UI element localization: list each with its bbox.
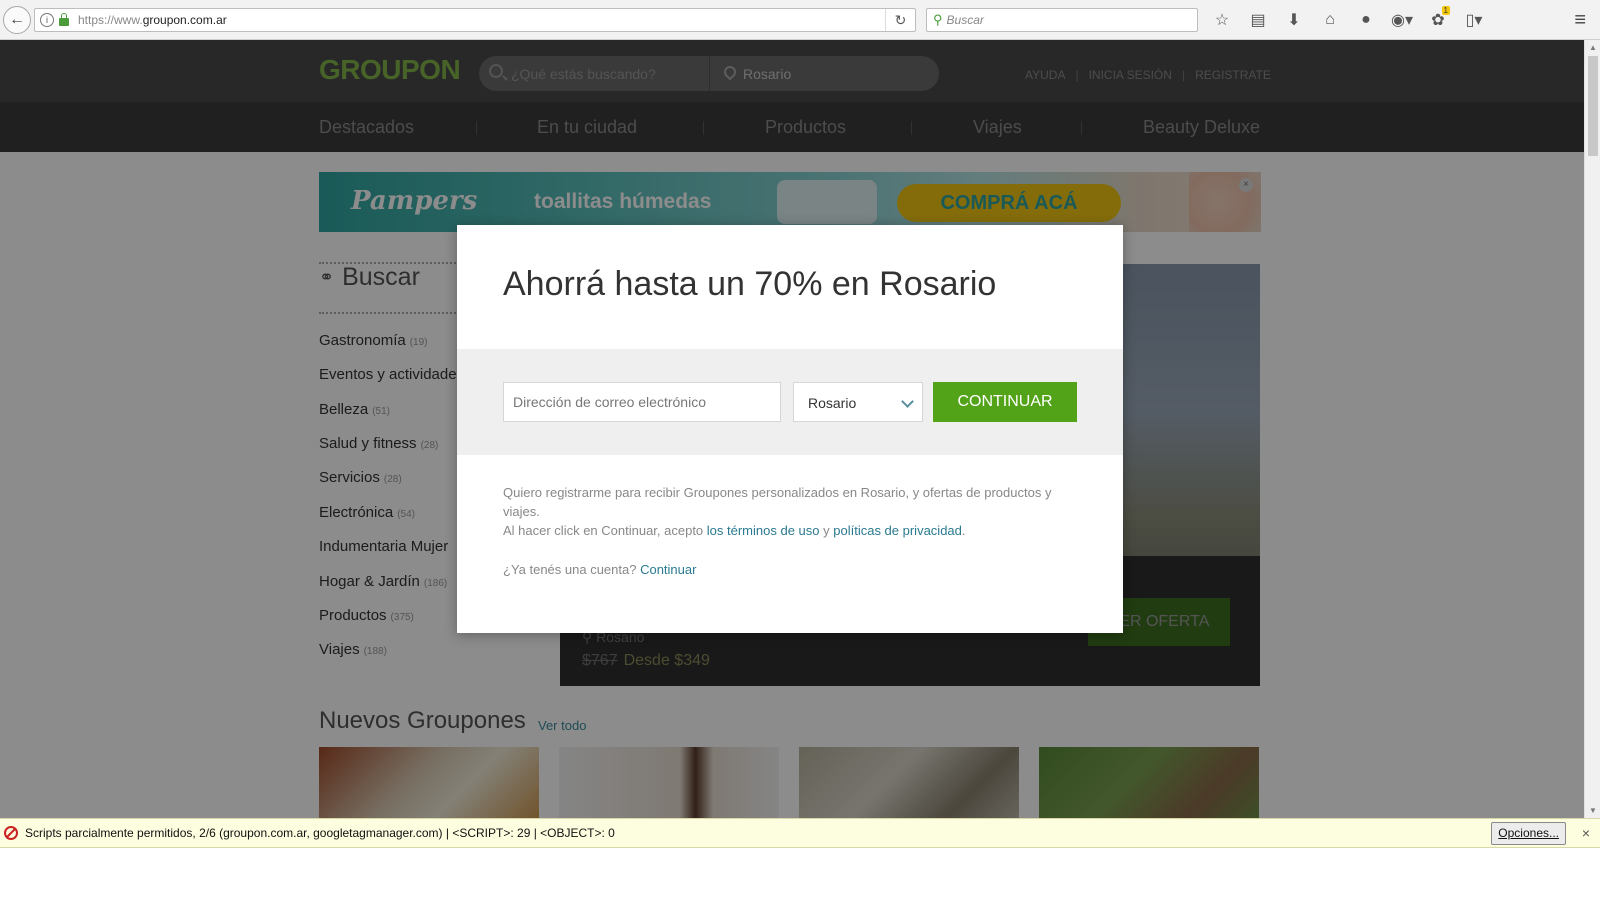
options-button[interactable]: Opciones... xyxy=(1491,822,1566,845)
url-prefix: https://www. xyxy=(78,13,143,27)
address-bar[interactable]: i https://www.groupon.com.ar ↻ xyxy=(34,8,916,32)
browser-toolbar-icons: ☆ ▤ ⬇ ⌂ ● ◉▾ ✿ 1 ▯▾ xyxy=(1204,6,1492,32)
noscript-icon xyxy=(4,826,18,840)
existing-account-text: ¿Ya tenés una cuenta? Continuar xyxy=(503,560,1073,579)
account-question: ¿Ya tenés una cuenta? xyxy=(503,562,641,577)
extension-icon[interactable]: ✿ 1 xyxy=(1420,6,1456,30)
info-icon[interactable]: i xyxy=(40,13,54,27)
url-domain: groupon.com.ar xyxy=(142,13,227,27)
search-engine-icon: ⚲ xyxy=(933,12,943,27)
consent-text: Quiero registrarme para recibir Groupone… xyxy=(503,483,1073,540)
browser-toolbar: ← i https://www.groupon.com.ar ↻ ⚲ Busca… xyxy=(0,0,1600,40)
continue-link[interactable]: Continuar xyxy=(640,562,696,577)
reading-list-icon[interactable]: ▤ xyxy=(1240,10,1276,30)
noscript-notification-bar: Scripts parcialmente permitidos, 2/6 (gr… xyxy=(0,818,1600,848)
scroll-down-arrow[interactable]: ▼ xyxy=(1585,806,1600,815)
page-viewport: GROUPON ¿Qué estás buscando? Rosario AYU… xyxy=(0,40,1584,818)
hamburger-menu-icon[interactable]: ≡ xyxy=(1574,9,1586,32)
notification-message: Scripts parcialmente permitidos, 2/6 (gr… xyxy=(25,826,615,840)
terms-prefix: Al hacer click en Continuar, acepto xyxy=(503,523,707,538)
signup-form: Rosario CONTINUAR xyxy=(457,349,1123,455)
terms-link[interactable]: los términos de uso xyxy=(707,523,820,538)
terms-suffix: . xyxy=(961,523,966,538)
browser-search-placeholder: Buscar xyxy=(946,13,984,27)
bookmark-star-icon[interactable]: ☆ xyxy=(1204,10,1240,30)
back-arrow-icon[interactable]: ← xyxy=(3,6,31,34)
close-icon[interactable]: × xyxy=(1582,825,1590,841)
reload-icon[interactable]: ↻ xyxy=(885,9,915,31)
browser-search-field[interactable]: ⚲ Buscar xyxy=(926,8,1198,32)
signup-modal: Ahorrá hasta un 70% en Rosario Rosario C… xyxy=(457,225,1123,633)
lock-icon xyxy=(59,13,69,26)
home-icon[interactable]: ⌂ xyxy=(1312,11,1348,29)
privacy-link[interactable]: políticas de privacidad xyxy=(833,523,962,538)
scrollbar-thumb[interactable] xyxy=(1588,56,1598,156)
email-field[interactable] xyxy=(503,382,781,422)
url-text: https://www.groupon.com.ar xyxy=(78,13,227,27)
extension-badge: 1 xyxy=(1441,6,1450,15)
continue-button[interactable]: CONTINUAR xyxy=(933,382,1077,422)
page-scrollbar[interactable]: ▲ ▼ xyxy=(1584,40,1600,818)
download-icon[interactable]: ⬇ xyxy=(1276,10,1312,30)
consent-line: Quiero registrarme para recibir Groupone… xyxy=(503,485,1052,519)
terms-and: y xyxy=(819,523,834,538)
modal-title: Ahorrá hasta un 70% en Rosario xyxy=(503,265,997,303)
city-select-value: Rosario xyxy=(808,395,857,411)
chat-icon[interactable]: ● xyxy=(1348,11,1384,29)
scroll-up-arrow[interactable]: ▲ xyxy=(1585,43,1600,52)
chevron-down-icon xyxy=(901,395,914,408)
clipboard-icon[interactable]: ▯▾ xyxy=(1456,10,1492,30)
city-select[interactable]: Rosario xyxy=(793,382,923,422)
adblock-icon[interactable]: ◉▾ xyxy=(1384,10,1420,30)
